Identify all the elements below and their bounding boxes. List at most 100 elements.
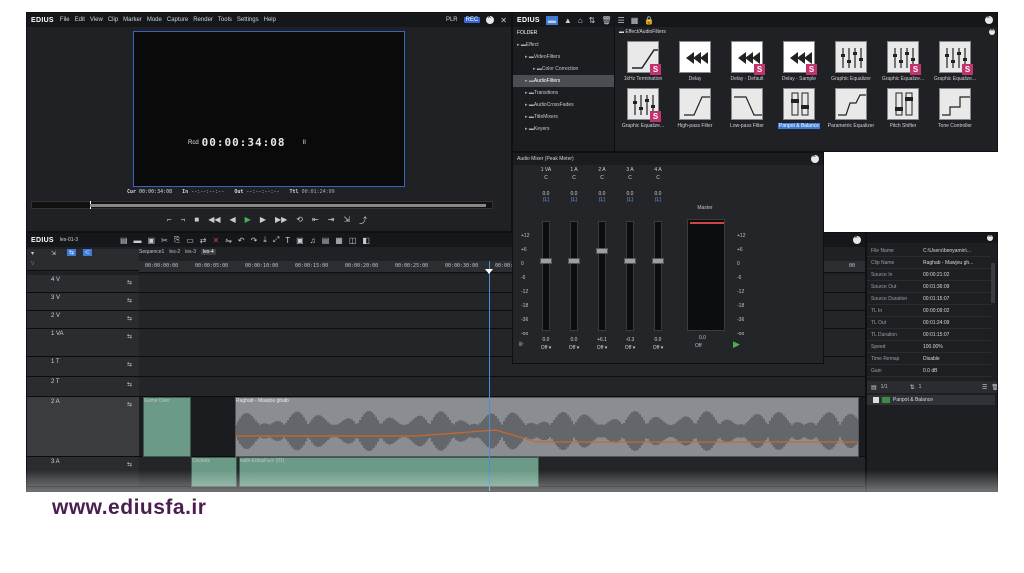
info-scrollbar[interactable]: [991, 263, 995, 303]
audio-mix-icon[interactable]: ♫: [310, 236, 316, 245]
effect-tile[interactable]: Graphic Equalizer: [825, 41, 877, 82]
effect-tile[interactable]: S Graphic Equalize...: [877, 41, 929, 82]
effect-tile[interactable]: S Graphic Equalize...: [617, 88, 669, 129]
tab-les-3[interactable]: les-3: [185, 249, 196, 255]
channel-fader[interactable]: [652, 221, 664, 331]
pan-knob[interactable]: C: [589, 175, 615, 181]
link-button[interactable]: [L]: [617, 197, 643, 203]
play-icon[interactable]: ▶: [245, 215, 251, 226]
sort-icon[interactable]: ⇅: [589, 16, 596, 25]
insert-icon[interactable]: ⇲: [343, 215, 350, 226]
effect-tile[interactable]: S Delay - Default: [721, 41, 773, 82]
list-view-icon[interactable]: ☰: [618, 16, 625, 25]
stop-icon[interactable]: ■: [194, 215, 199, 226]
rewind-icon[interactable]: ◀◀: [208, 215, 220, 226]
fader-knob[interactable]: [540, 258, 552, 264]
menu-marker[interactable]: Marker: [123, 17, 142, 23]
snap-icon[interactable]: ⤢: [273, 235, 279, 245]
track-header[interactable]: 1 VA ⇆: [27, 329, 139, 357]
effect-tile[interactable]: Low-pass Filter: [721, 88, 773, 129]
link-button[interactable]: [L]: [561, 197, 587, 203]
clip-raghab[interactable]: Raghab - Mawjou ghalb: [235, 397, 859, 457]
folder-icon[interactable]: ▬: [545, 15, 558, 25]
folder-item[interactable]: ▸ ▬ Effect: [513, 39, 614, 51]
tab-les-4[interactable]: les-4: [201, 249, 216, 255]
track-options-icon[interactable]: ⇆: [127, 297, 132, 304]
grid-view-icon[interactable]: ▦: [631, 16, 639, 25]
step-forward-icon[interactable]: ▶: [260, 215, 266, 226]
clip-game-over[interactable]: Game Over: [143, 397, 191, 457]
track-header[interactable]: 4 V ⇆: [27, 275, 139, 293]
effects-close-icon[interactable]: [985, 14, 993, 24]
fader-knob[interactable]: [652, 258, 664, 264]
undo-icon[interactable]: ↶: [238, 236, 245, 245]
menu-tools[interactable]: Tools: [218, 17, 232, 23]
fast-forward-icon[interactable]: ▶▶: [275, 215, 287, 226]
automation-mode[interactable]: Off ▾: [561, 345, 587, 351]
automation-mode[interactable]: Off ▾: [533, 345, 559, 351]
menu-clip[interactable]: Clip: [108, 17, 118, 23]
track-header[interactable]: 2 T ⇆: [27, 377, 139, 397]
channel-map-icon[interactable]: ▾: [31, 250, 34, 257]
playhead[interactable]: [489, 261, 490, 491]
mixer-settings-icon[interactable]: ⊪: [519, 341, 524, 348]
master-mode[interactable]: Off: [695, 343, 702, 349]
step-back-icon[interactable]: ◀: [230, 215, 236, 226]
track-options-icon[interactable]: ⇆: [127, 381, 132, 388]
folder-item[interactable]: ▸ ▬ AudioCrossFades: [513, 99, 614, 111]
automation-mode[interactable]: Off ▾: [589, 345, 615, 351]
sync-icon[interactable]: ◫: [349, 236, 357, 245]
export-seq-icon[interactable]: ▤: [322, 236, 330, 245]
ripple-icon[interactable]: ⇋: [225, 236, 232, 245]
track-options-icon[interactable]: ⇆: [127, 333, 132, 340]
path-close-icon[interactable]: [989, 27, 995, 35]
path-icon[interactable]: ⌂: [578, 16, 583, 25]
track-header[interactable]: 1 T ⇆: [27, 357, 139, 377]
delete-icon[interactable]: 🗑: [601, 16, 611, 25]
info-close-icon[interactable]: [987, 233, 993, 241]
track-patch-icon[interactable]: ⇲: [51, 250, 56, 257]
menu-settings[interactable]: Settings: [237, 17, 259, 23]
master-play-icon[interactable]: ▶: [733, 339, 740, 350]
folder-item[interactable]: ▸ ▬ Keyers: [513, 123, 614, 135]
folder-item[interactable]: ▸ ▬ VideoFilters: [513, 51, 614, 63]
automation-mode[interactable]: Off ▾: [645, 345, 671, 351]
effect-tile[interactable]: Pitch Shifter: [877, 88, 929, 129]
effect-tile[interactable]: High-pass Filter: [669, 88, 721, 129]
menu-edit[interactable]: Edit: [75, 17, 85, 23]
plr-toggle[interactable]: PLR: [446, 17, 458, 23]
monitor-icon[interactable]: ▦: [335, 236, 343, 245]
track-header[interactable]: 2 A ⇆: [27, 397, 139, 457]
menu-mode[interactable]: Mode: [147, 17, 162, 23]
fader-knob[interactable]: [596, 248, 608, 254]
open-icon[interactable]: ▬: [134, 236, 142, 245]
track-header[interactable]: 3 V ⇆: [27, 293, 139, 311]
effect-entry[interactable]: Panpot & Balance: [867, 395, 995, 405]
track-options-icon[interactable]: ⇆: [127, 461, 132, 468]
pan-knob[interactable]: C: [533, 175, 559, 181]
track-options-icon[interactable]: ⇆: [127, 315, 132, 322]
fader-knob[interactable]: [568, 258, 580, 264]
next-edit-icon[interactable]: ⇥: [328, 215, 335, 226]
set-in-icon[interactable]: ⌐: [167, 215, 172, 226]
channel-fader[interactable]: [624, 221, 636, 331]
effect-tile[interactable]: S Delay - Sample: [773, 41, 825, 82]
folder-item[interactable]: ▸ ▬ AudioFilters: [513, 75, 614, 87]
effect-tile[interactable]: Delay: [669, 41, 721, 82]
timeline-close-icon[interactable]: [853, 234, 861, 244]
insert-mode-icon[interactable]: ⊂: [83, 249, 93, 256]
menu-render[interactable]: Render: [193, 17, 213, 23]
title-icon[interactable]: T: [285, 236, 290, 245]
link-button[interactable]: [L]: [589, 197, 615, 203]
layer-list-icon[interactable]: ☰: [982, 384, 987, 391]
channel-fader[interactable]: [568, 221, 580, 331]
export-icon[interactable]: ⤴: [359, 215, 367, 226]
pan-knob[interactable]: C: [617, 175, 643, 181]
cut-icon[interactable]: ✂: [161, 236, 168, 245]
effect-tile[interactable]: S 1kHz Termination: [617, 41, 669, 82]
automation-mode[interactable]: Off ▾: [617, 345, 643, 351]
set-out-icon[interactable]: ¬: [181, 215, 186, 226]
effect-tile[interactable]: S Graphic Equalize...: [929, 41, 981, 82]
marker-icon[interactable]: ⤓: [263, 235, 267, 245]
tab-les-2[interactable]: les-2: [169, 249, 180, 255]
